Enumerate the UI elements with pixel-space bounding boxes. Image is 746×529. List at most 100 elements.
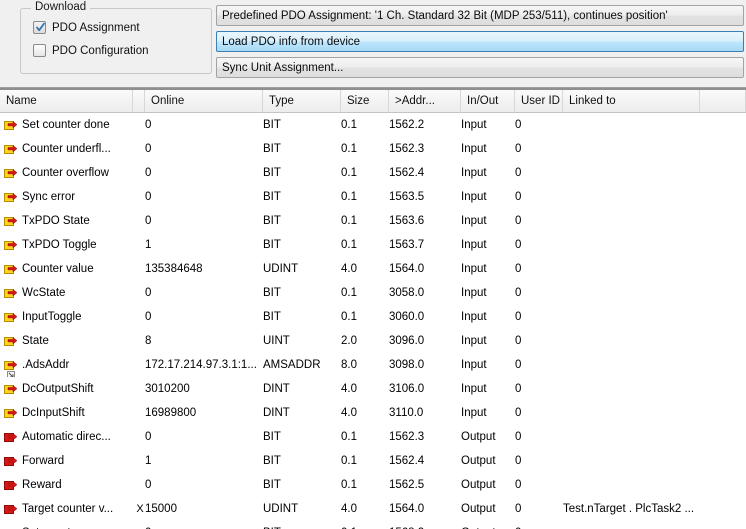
cell-userid: 0: [515, 503, 522, 515]
cell-online: 8: [145, 335, 152, 347]
output-variable-icon: [4, 455, 18, 468]
load-pdo-info-from-device-button[interactable]: Load PDO info from device: [216, 31, 744, 52]
predefined-pdo-assignment-button[interactable]: Predefined PDO Assignment: '1 Ch. Standa…: [216, 5, 744, 26]
table-row[interactable]: Forward 1 BIT 0.1 1562.4 Output 0: [0, 449, 746, 473]
table-row[interactable]: Counter value 135384648 UDINT 4.0 1564.0 Inpu…: [0, 257, 746, 281]
cell-size: 0.1: [341, 239, 357, 251]
cell-online: 0: [145, 311, 152, 323]
table-row[interactable]: Automatic direc... 0 BIT 0.1 1562.3 Output 0: [0, 425, 746, 449]
top-settings-panel: Download PDO Assignment PDO Configuratio…: [0, 0, 746, 88]
table-row[interactable]: Counter overflow 0 BIT 0.1 1562.4 Input 0: [0, 161, 746, 185]
output-variable-icon: [4, 431, 18, 444]
column-header-spare[interactable]: [700, 90, 746, 112]
variable-name-label: Counter underfl...: [22, 143, 111, 155]
cell-type: BIT: [263, 311, 281, 323]
column-header-addr[interactable]: >Addr...: [389, 90, 461, 112]
checkbox-unchecked-icon[interactable]: [33, 44, 46, 57]
process-data-grid[interactable]: Name Online Type Size >Addr... In/Out User ID L…: [0, 88, 746, 529]
grid-header-row[interactable]: Name Online Type Size >Addr... In/Out User ID L…: [0, 90, 746, 113]
variable-name-label: DcInputShift: [22, 407, 85, 419]
cell-spare: [700, 257, 746, 281]
cell-link-flag: [133, 449, 145, 473]
cell-size: 4.0: [341, 407, 357, 419]
table-row[interactable]: Counter underfl... 0 BIT 0.1 1562.3 Input 0: [0, 137, 746, 161]
cell-linked_to: [563, 377, 700, 401]
table-row[interactable]: TxPDO State 0 BIT 0.1 1563.6 Input 0: [0, 209, 746, 233]
sync-unit-assignment-button[interactable]: Sync Unit Assignment...: [216, 57, 744, 78]
checkbox-label-pdo-assignment: PDO Assignment: [52, 21, 140, 34]
cell-inout: Input: [461, 311, 487, 323]
table-row[interactable]: InputToggle 0 BIT 0.1 3060.0 Input 0: [0, 305, 746, 329]
cell-link-flag: [133, 209, 145, 233]
column-header-userid[interactable]: User ID: [515, 90, 563, 112]
input-variable-icon: [4, 119, 18, 132]
cell-linked_to: [563, 401, 700, 425]
cell-linked_to: [563, 473, 700, 497]
variable-name-label: .AdsAddr: [22, 359, 70, 371]
table-row[interactable]: Target counter v... X 15000 UDINT 4.0 1564.0 O…: [0, 497, 746, 521]
input-variable-icon: [4, 167, 18, 180]
column-header-size[interactable]: Size: [341, 90, 389, 112]
column-header-inout[interactable]: In/Out: [461, 90, 515, 112]
variable-name-label: Counter value: [22, 263, 94, 275]
cell-type: DINT: [263, 383, 290, 395]
grid-body[interactable]: Set counter done 0 BIT 0.1 1562.2 Input 0 Count…: [0, 113, 746, 529]
cell-userid: 0: [515, 407, 522, 419]
download-groupbox-title: Download: [31, 1, 91, 13]
cell-inout: Input: [461, 191, 487, 203]
column-header-linked_to[interactable]: Linked to: [563, 90, 700, 112]
cell-size: 0.1: [341, 479, 357, 491]
cell-variable-name: Set counter done: [0, 113, 133, 137]
cell-linked_to: [563, 209, 700, 233]
cell-type: DINT: [263, 407, 290, 419]
column-header-flag[interactable]: [133, 90, 145, 112]
cell-type: UDINT: [263, 503, 299, 515]
cell-size: 0.1: [341, 287, 357, 299]
cell-addr: 1563.7: [389, 239, 425, 251]
cell-link-flag: [133, 473, 145, 497]
cell-size: 0.1: [341, 521, 389, 529]
cell-linked_to: [563, 329, 700, 353]
cell-addr: 1563.6: [389, 215, 425, 227]
cell-link-flag: [133, 185, 145, 209]
cell-type: BIT: [263, 287, 281, 299]
cell-size: 0.1: [341, 167, 357, 179]
table-row[interactable]: WcState 0 BIT 0.1 3058.0 Input 0: [0, 281, 746, 305]
table-row[interactable]: Set counter done 0 BIT 0.1 1562.2 Input 0: [0, 113, 746, 137]
column-header-type[interactable]: Type: [263, 90, 341, 112]
column-header-name[interactable]: Name: [0, 90, 133, 112]
cell-variable-name: TxPDO State: [0, 209, 133, 233]
cell-addr: 1562.3: [389, 143, 425, 155]
cell-spare: [700, 137, 746, 161]
cell-size: 4.0: [341, 263, 357, 275]
table-row[interactable]: Reward 0 BIT 0.1 1562.5 Output 0: [0, 473, 746, 497]
table-row[interactable]: DcOutputShift 3010200 DINT 4.0 3106.0 Input 0: [0, 377, 746, 401]
variable-name-label: TxPDO State: [22, 215, 90, 227]
cell-linked_to: [563, 113, 700, 137]
table-row[interactable]: State 8 UINT 2.0 3096.0 Input 0: [0, 329, 746, 353]
table-row[interactable]: Sync error 0 BIT 0.1 1563.5 Input 0: [0, 185, 746, 209]
input-variable-icon: [4, 239, 18, 252]
cell-linked_to: [563, 353, 700, 377]
cell-link-flag: [133, 257, 145, 281]
column-header-online[interactable]: Online: [145, 90, 263, 112]
cell-size: 0.1: [341, 191, 357, 203]
cell-link-flag: [133, 521, 145, 529]
cell-spare: [700, 161, 746, 185]
cell-type: BIT: [263, 143, 281, 155]
cell-online: 0: [145, 143, 152, 155]
input-variable-expandable-icon: [4, 359, 18, 377]
checkbox-row-pdo-assignment[interactable]: PDO Assignment: [33, 21, 140, 34]
table-row[interactable]: TxPDO Toggle 1 BIT 0.1 1563.7 Input 0: [0, 233, 746, 257]
cell-spare: [700, 281, 746, 305]
linked-x-marker-icon: X: [136, 503, 144, 515]
cell-addr: 1562.4: [389, 167, 425, 179]
checkbox-row-pdo-configuration[interactable]: PDO Configuration: [33, 44, 149, 57]
variable-name-label: Forward: [22, 455, 65, 467]
checkbox-checked-icon[interactable]: [33, 21, 46, 34]
table-row[interactable]: Set counter0BIT0.11568.2Output0: [0, 521, 746, 529]
output-variable-linked-icon: [4, 503, 18, 516]
table-row[interactable]: DcInputShift 16989800 DINT 4.0 3110.0 Input 0: [0, 401, 746, 425]
table-row[interactable]: .AdsAddr 172.17.214.97.3.1:1... AMSADDR 8.0…: [0, 353, 746, 377]
cell-addr: 3060.0: [389, 311, 425, 323]
